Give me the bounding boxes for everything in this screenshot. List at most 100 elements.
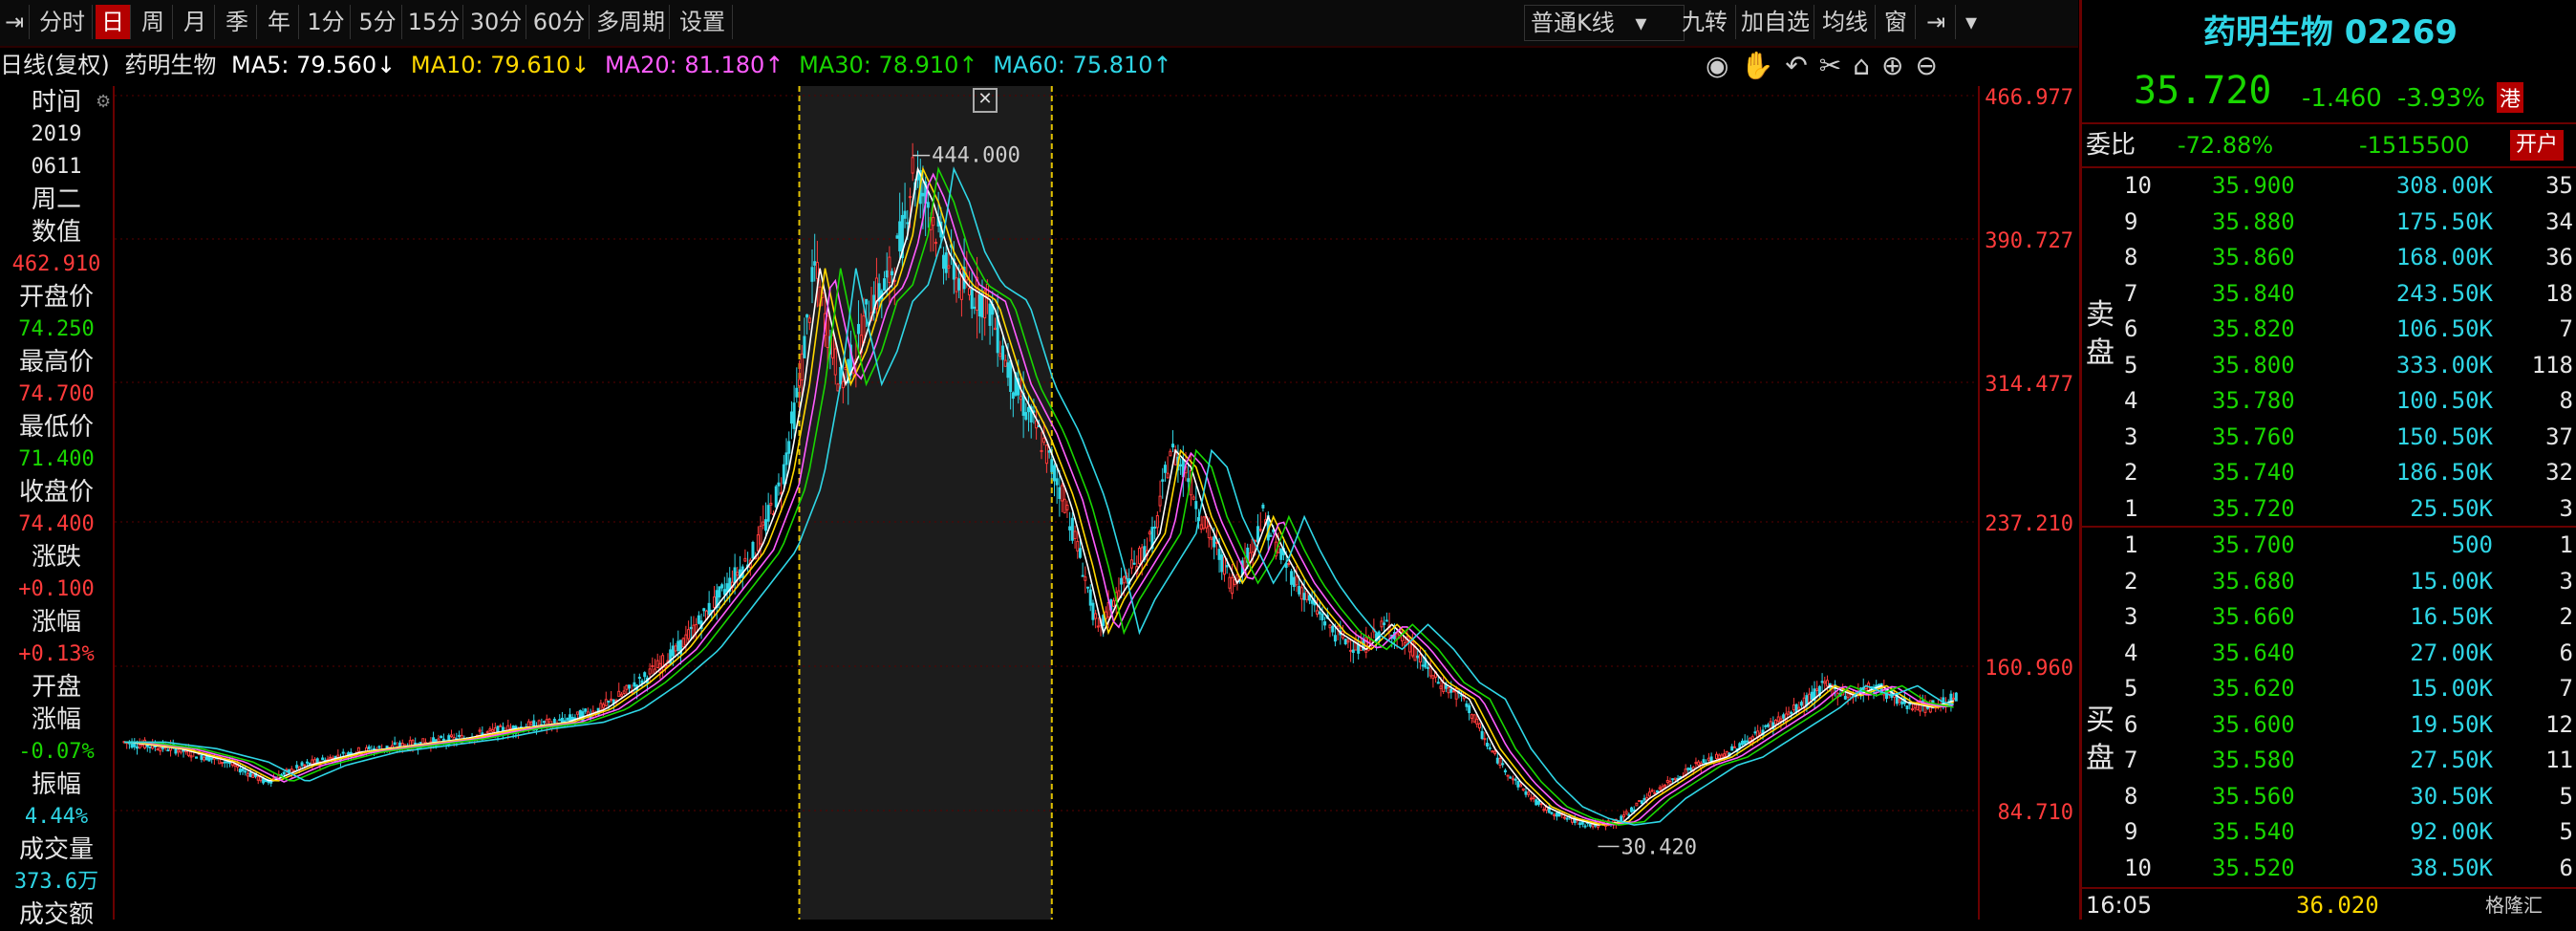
close-selection-icon[interactable]: ✕ [973,88,998,113]
candle-body [1532,796,1535,800]
tab-0[interactable]: 分时 [32,5,93,39]
buy-level-row[interactable]: 10 35.520 38.50K 6 [2082,851,2576,886]
tab-3[interactable]: 月 [176,5,215,39]
buy-cnt: 3 [2559,567,2573,595]
tab-10[interactable]: 60分 [529,5,590,39]
candle-body [1163,465,1167,473]
buy-level-row[interactable]: 1 35.700 500 1 [2082,528,2576,563]
buy-level-row[interactable]: 9 35.540 92.00K 5 [2082,814,2576,850]
candle-body [271,777,275,780]
sell-level-row[interactable]: 4 35.780 100.50K 8 [2082,383,2576,419]
candle-body [1673,777,1677,781]
candle-body [1451,690,1455,693]
candle-body [1797,706,1801,710]
candle-body [1717,754,1721,760]
buy-level-row[interactable]: 8 35.560 30.50K 5 [2082,779,2576,814]
tick-price: 36.020 [2296,892,2379,919]
zoom-out-icon[interactable]: ⊖ [1916,50,1949,81]
info-value: 462.910 [11,252,101,276]
kline-chart[interactable]: 444.000 30.420 [115,86,1978,920]
stock-label: 药明生物 [124,52,217,78]
buy-lvl: 10 [2124,854,2152,881]
tab-5[interactable]: 年 [260,5,299,39]
collapse-right-icon[interactable]: ⇥ [1917,5,1956,39]
sell-level-row[interactable]: 9 35.880 175.50K 34 [2082,205,2576,240]
candle-body [885,270,889,278]
candle-body [241,768,245,771]
candle-body [1898,699,1901,703]
info-label: 最低价 [18,413,94,442]
candle-body [921,192,925,197]
candle-body [674,645,677,652]
candle-body [1488,747,1492,749]
candle-body [1052,465,1056,482]
buy-cnt: 12 [2545,710,2573,738]
candle-body [1465,703,1469,707]
add-watchlist-button[interactable]: 加自选 [1737,5,1814,39]
candle-body [1413,645,1417,661]
zoom-in-icon[interactable]: ⊕ [1881,50,1915,81]
eye-icon[interactable]: ◉ [1706,50,1740,81]
buy-vol: 30.50K [2410,782,2493,810]
more-dropdown-icon[interactable]: ▾ [1957,5,1986,39]
ma-lines-button[interactable]: 均线 [1815,5,1876,39]
window-button[interactable]: 窗 [1877,5,1916,39]
sell-level-row[interactable]: 6 35.820 106.50K 7 [2082,312,2576,347]
sell-level-row[interactable]: 5 35.800 333.00K 118 [2082,348,2576,383]
divider [2082,887,2576,889]
panel-settings-icon[interactable]: ⚙ [96,92,111,112]
candle-body [687,629,691,639]
candle-body [1328,624,1332,629]
sell-level-row[interactable]: 1 35.720 25.50K 3 [2082,491,2576,527]
buy-lvl: 6 [2124,710,2138,738]
candle-body [341,751,345,754]
candle-body [1207,525,1211,539]
candle-body [702,608,706,612]
tab-11[interactable]: 多周期 [592,5,670,39]
buy-level-row[interactable]: 3 35.660 16.50K 2 [2082,599,2576,635]
candle-body [282,771,286,775]
tab-6[interactable]: 1分 [302,5,351,39]
kline-type-select[interactable]: 普通K线 ▾ [1524,5,1685,41]
tab-4[interactable]: 季 [218,5,257,39]
divider [2082,122,2576,124]
sell-lvl: 5 [2124,351,2138,379]
candle-body [947,265,951,269]
lock-icon[interactable]: ⌂ [1853,50,1881,81]
candle-body [1148,531,1151,535]
buy-level-row[interactable]: 2 35.680 15.00K 3 [2082,564,2576,599]
scissors-icon[interactable]: ✂ [1819,50,1853,81]
tab-1[interactable]: 日 [96,5,131,39]
tab-2[interactable]: 周 [134,5,173,39]
nine-turn-button[interactable]: 九转 [1674,5,1736,39]
candle-body [983,290,987,318]
sell-level-row[interactable]: 10 35.900 308.00K 35 [2082,168,2576,204]
candle-body [957,278,961,291]
tab-9[interactable]: 30分 [466,5,526,39]
candle-body [782,464,785,485]
tab-7[interactable]: 5分 [354,5,402,39]
undo-icon[interactable]: ↶ [1785,50,1818,81]
hand-icon[interactable]: ✋ [1740,50,1785,81]
buy-level-row[interactable]: 6 35.600 19.50K 12 [2082,707,2576,743]
sell-level-row[interactable]: 8 35.860 168.00K 36 [2082,240,2576,275]
collapse-left-icon[interactable]: ⇥ [0,5,30,39]
ma5-value: MA5: 79.560↓ [231,52,397,78]
candle-body [831,335,835,358]
buy-level-row[interactable]: 7 35.580 27.50K 11 [2082,743,2576,778]
open-account-button[interactable]: 开户 [2510,130,2565,161]
buy-level-row[interactable]: 4 35.640 27.00K 6 [2082,636,2576,671]
tab-8[interactable]: 15分 [405,5,463,39]
candle-body [1256,526,1260,543]
tab-12[interactable]: 设置 [673,5,733,39]
sell-level-row[interactable]: 2 35.740 186.50K 32 [2082,455,2576,490]
candle-body [795,387,799,398]
candle-body [367,746,371,749]
sell-level-row[interactable]: 7 35.840 243.50K 18 [2082,276,2576,312]
candle-body [1642,797,1646,801]
sell-level-row[interactable]: 3 35.760 150.50K 37 [2082,420,2576,455]
buy-level-row[interactable]: 5 35.620 15.00K 7 [2082,671,2576,706]
candle-body [970,289,974,310]
buy-lvl: 1 [2124,531,2138,558]
buy-lvl: 9 [2124,818,2138,845]
